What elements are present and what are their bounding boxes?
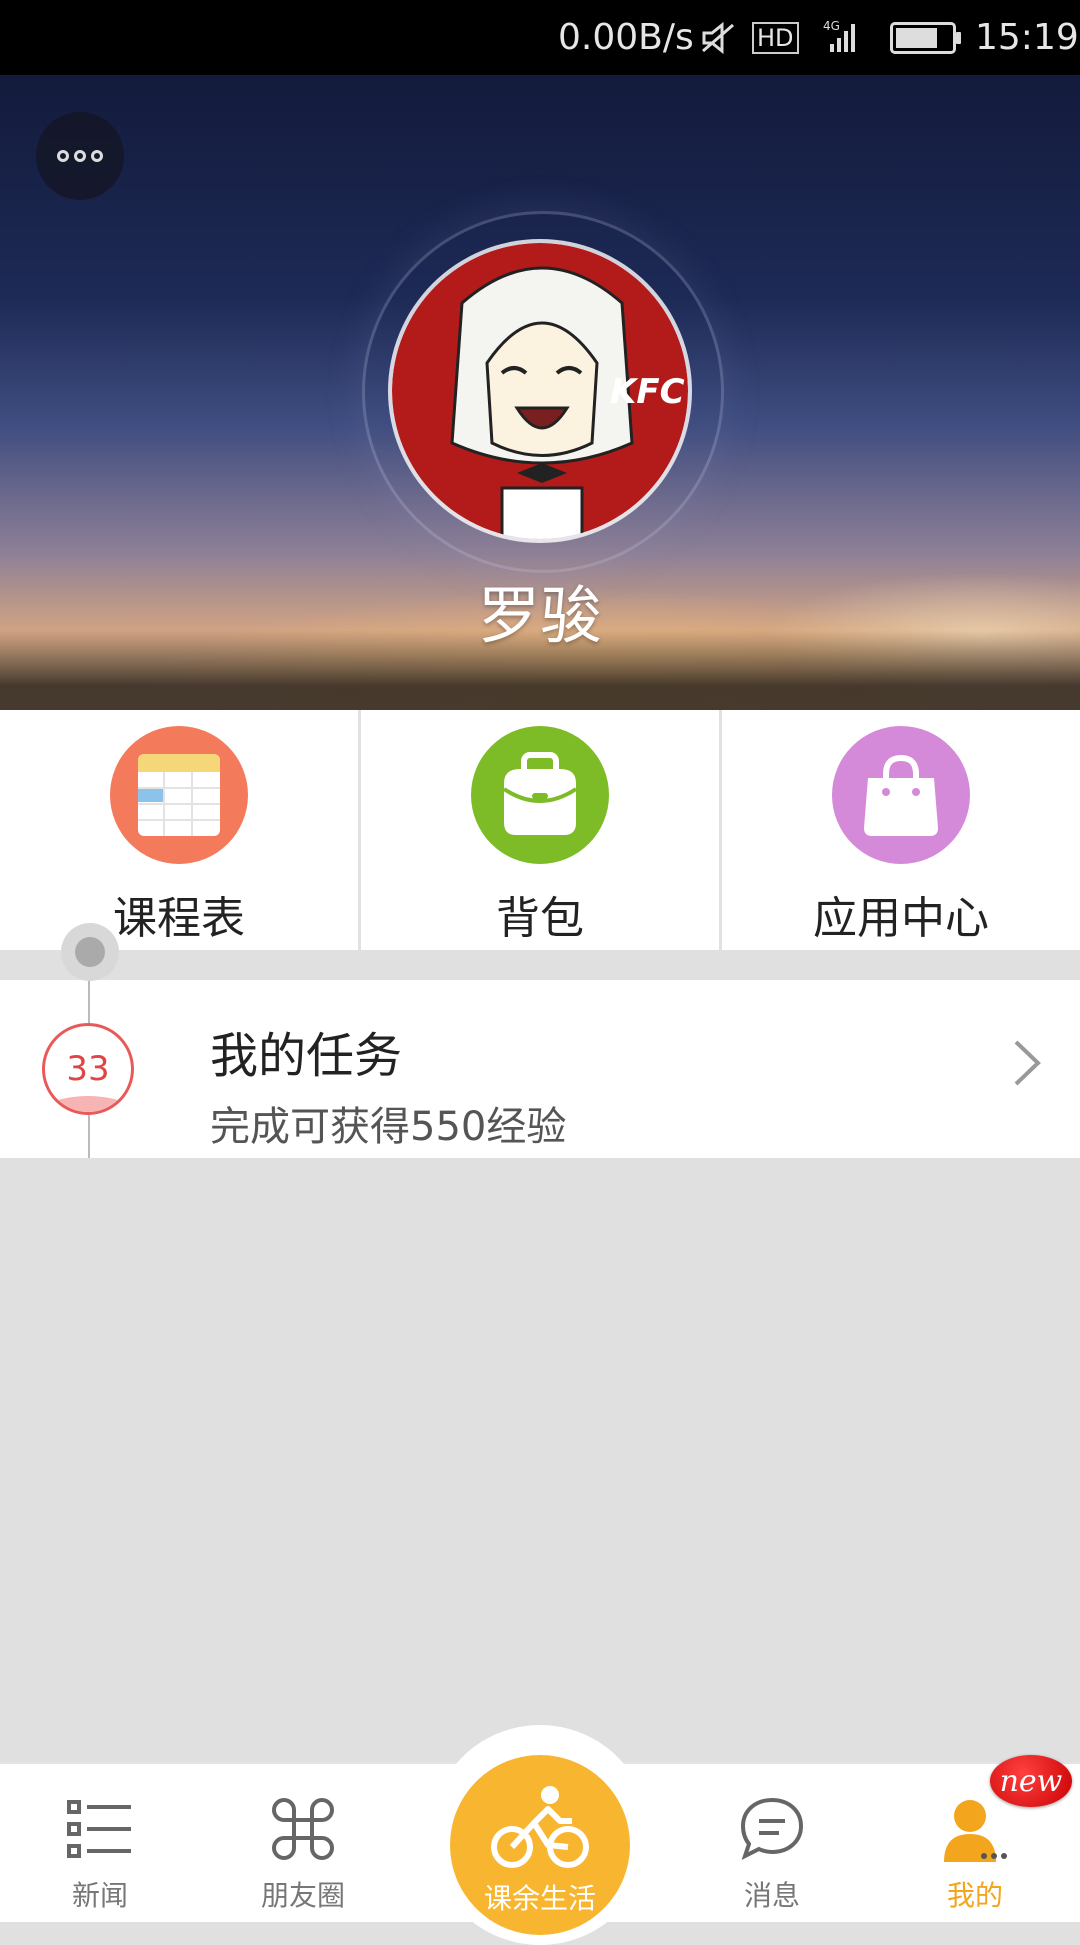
command-icon (272, 1798, 334, 1860)
clock: 15:19 (975, 17, 1079, 58)
schedule-button[interactable]: 课程表 (0, 710, 358, 950)
hd-icon: HD (752, 0, 799, 75)
shopping-bag-icon (832, 726, 970, 864)
new-badge: new (990, 1755, 1072, 1807)
bicycle-icon (491, 1786, 589, 1868)
task-subtitle: 完成可获得550经验 (210, 1104, 567, 1150)
nav-messages-label: 消息 (743, 1879, 800, 1912)
app-center-label: 应用中心 (813, 893, 989, 944)
nav-news-label: 新闻 (71, 1879, 128, 1912)
level-number: 33 (66, 1049, 110, 1089)
user-name: 罗骏 (477, 579, 602, 652)
dot-icon (57, 150, 69, 162)
avatar-image: KFC (392, 243, 688, 539)
profile-header: KFC 罗骏 (0, 75, 1080, 710)
quick-menu: 课程表 背包 应用中心 (0, 710, 1080, 950)
level-badge: 33 (42, 1023, 134, 1115)
signal-icon: 4G (822, 0, 862, 75)
backpack-icon (471, 726, 609, 864)
svg-text:4G: 4G (823, 19, 840, 33)
nav-moments-label: 朋友圈 (260, 1879, 345, 1912)
schedule-label: 课程表 (113, 893, 245, 944)
nav-moments[interactable]: 朋友圈 (203, 1764, 403, 1922)
dot-icon (91, 150, 103, 162)
dot-icon (74, 150, 86, 162)
user-icon (944, 1800, 1007, 1862)
battery-icon (890, 0, 961, 75)
nav-messages[interactable]: 消息 (672, 1764, 872, 1922)
list-icon (67, 1800, 131, 1858)
backpack-button[interactable]: 背包 (358, 710, 719, 950)
avatar[interactable]: KFC (392, 243, 688, 539)
nav-after-school-label: 课余生活 (483, 1882, 596, 1915)
mute-icon (700, 0, 736, 75)
app-center-button[interactable]: 应用中心 (719, 710, 1080, 950)
chevron-right-icon (1014, 1040, 1041, 1086)
network-speed: 0.00B/s (558, 17, 694, 58)
my-tasks-row[interactable]: 我的任务 完成可获得550经验 (0, 980, 1080, 1158)
status-bar: 0.00B/s HD 4G 15:19 (0, 0, 1080, 75)
task-title: 我的任务 (210, 1028, 403, 1084)
chat-bubble-icon (740, 1797, 804, 1860)
avatar-logo-text: KFC (610, 372, 685, 412)
nav-news[interactable]: 新闻 (0, 1764, 200, 1922)
backpack-label: 背包 (496, 893, 584, 944)
nav-after-school-button[interactable]: 课余生活 (450, 1755, 630, 1935)
more-options-button[interactable] (36, 112, 124, 200)
calendar-icon (110, 726, 248, 864)
nav-me-label: 我的 (946, 1879, 1003, 1912)
timeline-node (61, 923, 119, 981)
